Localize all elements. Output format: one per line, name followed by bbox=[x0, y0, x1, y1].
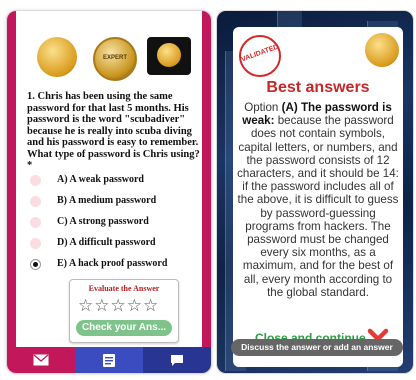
radio-button[interactable] bbox=[30, 238, 41, 249]
stamp-text: VALIDATED bbox=[240, 43, 280, 64]
nav-tab-mail[interactable] bbox=[7, 347, 75, 373]
option-label: C) A strong password bbox=[57, 216, 149, 227]
left-accent-stripe bbox=[7, 11, 16, 347]
star-rating[interactable]: ☆☆☆☆☆ bbox=[78, 296, 159, 316]
option-a[interactable]: A) A weak password bbox=[27, 173, 203, 189]
question-text: 1. Chris has been using the same passwor… bbox=[27, 91, 200, 171]
bottom-nav bbox=[7, 347, 211, 373]
best-answer-card: VALIDATED Best answers Option (A) The pa… bbox=[233, 27, 403, 367]
validated-stamp-icon: VALIDATED bbox=[239, 35, 281, 77]
trophy-badge-icon bbox=[147, 37, 191, 75]
option-label: D) A difficult password bbox=[57, 237, 156, 248]
radio-button[interactable] bbox=[30, 175, 41, 186]
option-b[interactable]: B) A medium password bbox=[27, 194, 203, 210]
quiz-screen: EXPERT 1. Chris has been using the same … bbox=[6, 10, 212, 374]
evaluate-title: Evaluate the Answer bbox=[88, 284, 160, 293]
right-accent-stripe bbox=[202, 11, 211, 347]
answer-text: Option (A) The password is weak: because… bbox=[237, 101, 399, 299]
check-answer-button[interactable]: Check your Ans... bbox=[76, 320, 172, 336]
evaluate-answer-panel: Evaluate the Answer ☆☆☆☆☆ Check your Ans… bbox=[69, 279, 179, 343]
option-c[interactable]: C) A strong password bbox=[27, 215, 203, 231]
chat-icon bbox=[171, 354, 183, 366]
nav-tab-chat[interactable] bbox=[143, 347, 211, 373]
answer-option: (A) bbox=[281, 101, 298, 114]
list-icon bbox=[103, 353, 115, 367]
expert-badge-icon: EXPERT bbox=[93, 37, 137, 81]
radio-button[interactable] bbox=[30, 196, 41, 207]
best-answers-title: Best answers bbox=[266, 79, 370, 96]
option-label: B) A medium password bbox=[57, 195, 157, 206]
option-d[interactable]: D) A difficult password bbox=[27, 236, 203, 252]
option-e[interactable]: E) A hack proof password bbox=[27, 257, 203, 273]
option-label: E) A hack proof password bbox=[57, 258, 168, 269]
expert-badge-label: EXPERT bbox=[102, 55, 127, 61]
option-label: A) A weak password bbox=[57, 174, 144, 185]
radio-button[interactable] bbox=[30, 217, 41, 228]
nav-tab-list[interactable] bbox=[75, 347, 143, 373]
quiz-header: EXPERT bbox=[7, 11, 211, 347]
gold-medal-icon bbox=[37, 37, 77, 77]
answer-body: because the password does not contain sy… bbox=[237, 114, 399, 299]
answer-prefix: Option bbox=[244, 101, 282, 114]
answer-screen: VALIDATED Best answers Option (A) The pa… bbox=[216, 10, 414, 374]
gold-medal-icon bbox=[365, 33, 399, 67]
mail-icon bbox=[33, 354, 49, 366]
discuss-answer-button[interactable]: Discuss the answer or add an answer bbox=[231, 339, 403, 356]
radio-button-selected[interactable] bbox=[30, 259, 41, 270]
